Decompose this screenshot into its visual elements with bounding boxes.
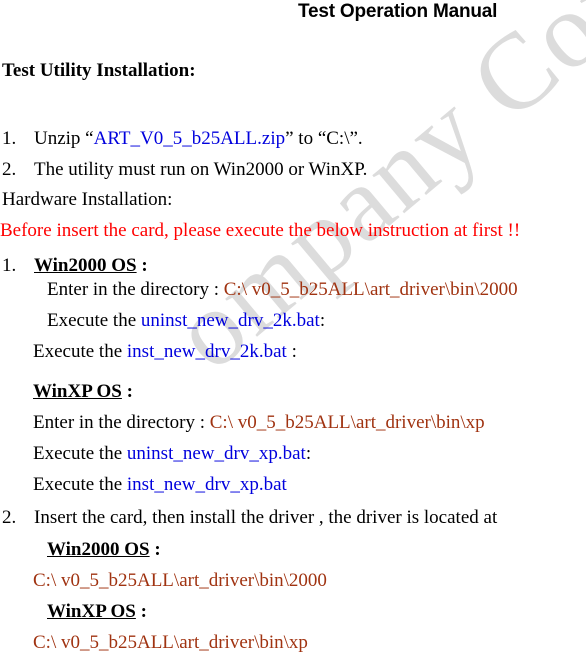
inst-2k-bat-file: inst_new_drv_2k.bat xyxy=(126,341,287,362)
execute-suffix: : xyxy=(319,310,326,331)
document-page: Test Operation Manual Test Utility Insta… xyxy=(0,0,586,666)
zip-file-name: ART_V0_5_b25ALL.zip xyxy=(93,128,286,149)
driver-win2000-colon: : xyxy=(149,539,161,560)
winxp-directory-path: C:\ v0_5_b25ALL\art_driver\bin\xp xyxy=(209,412,485,433)
driver-winxp-colon: : xyxy=(135,601,147,622)
inst-xp-bat-file: inst_new_drv_xp.bat xyxy=(126,474,287,495)
list-item-unzip: 1. Unzip “ART_V0_5_b25ALL.zip” to “C:\”. xyxy=(2,129,363,148)
directory-prefix: Enter in the directory : xyxy=(33,412,210,433)
driver-winxp-path: C:\ v0_5_b25ALL\art_driver\bin\xp xyxy=(33,632,308,653)
winxp-os-heading: WinXP OS : xyxy=(33,382,133,401)
hardware-installation-heading: Hardware Installation: xyxy=(2,189,173,210)
driver-winxp-heading: WinXP OS : xyxy=(47,602,147,621)
insert-card-text: Insert the card, then install the driver… xyxy=(34,507,498,528)
execute-prefix: Execute the xyxy=(47,310,141,331)
execute-prefix: Execute the xyxy=(33,474,127,495)
winxp-install-line: Execute the inst_new_drv_xp.bat xyxy=(33,475,287,494)
win2000-install-line: Execute the inst_new_drv_2k.bat : xyxy=(33,342,297,361)
win2000-uninstall-line: Execute the uninst_new_drv_2k.bat: xyxy=(47,311,325,330)
win2000-os-colon: : xyxy=(136,255,148,276)
driver-win2000-label: Win2000 OS xyxy=(47,539,150,560)
list-number: 1. xyxy=(2,128,17,149)
os-requirement-text: The utility must run on Win2000 or WinXP… xyxy=(34,159,368,180)
warning-text: Before insert the card, please execute t… xyxy=(0,220,521,241)
list-item-insert-card: 2. Insert the card, then install the driv… xyxy=(2,508,497,527)
execute-suffix: : xyxy=(305,443,312,464)
win2000-os-label: Win2000 OS xyxy=(34,255,137,276)
winxp-directory-line: Enter in the directory : C:\ v0_5_b25ALL… xyxy=(33,413,485,432)
uninst-xp-bat-file: uninst_new_drv_xp.bat xyxy=(126,443,306,464)
winxp-uninstall-line: Execute the uninst_new_drv_xp.bat: xyxy=(33,444,311,463)
execute-prefix: Execute the xyxy=(33,443,127,464)
unzip-text-before: Unzip “ xyxy=(34,128,94,149)
winxp-os-label: WinXP OS xyxy=(33,381,122,402)
list-number: 2. xyxy=(2,507,17,528)
list-item-os-requirement: 2. The utility must run on Win2000 or Win… xyxy=(2,160,367,179)
driver-win2000-path: C:\ v0_5_b25ALL\art_driver\bin\2000 xyxy=(33,570,327,591)
driver-win2000-heading: Win2000 OS : xyxy=(47,540,161,559)
section-heading-test-utility-installation: Test Utility Installation: xyxy=(2,60,196,81)
win2000-directory-path: C:\ v0_5_b25ALL\art_driver\bin\2000 xyxy=(223,279,518,300)
page-title: Test Operation Manual xyxy=(298,1,498,22)
list-number: 1. xyxy=(2,255,17,276)
unzip-text-after: ” to “C:\”. xyxy=(285,128,363,149)
driver-winxp-label: WinXP OS xyxy=(47,601,136,622)
list-number: 2. xyxy=(2,159,17,180)
win2000-directory-line: Enter in the directory : C:\ v0_5_b25ALL… xyxy=(47,280,518,299)
directory-prefix: Enter in the directory : xyxy=(47,279,224,300)
list-item-win2000-os: 1. Win2000 OS : xyxy=(2,256,148,275)
execute-suffix: : xyxy=(286,341,297,362)
execute-prefix: Execute the xyxy=(33,341,127,362)
uninst-2k-bat-file: uninst_new_drv_2k.bat xyxy=(140,310,320,331)
winxp-os-colon: : xyxy=(121,381,133,402)
